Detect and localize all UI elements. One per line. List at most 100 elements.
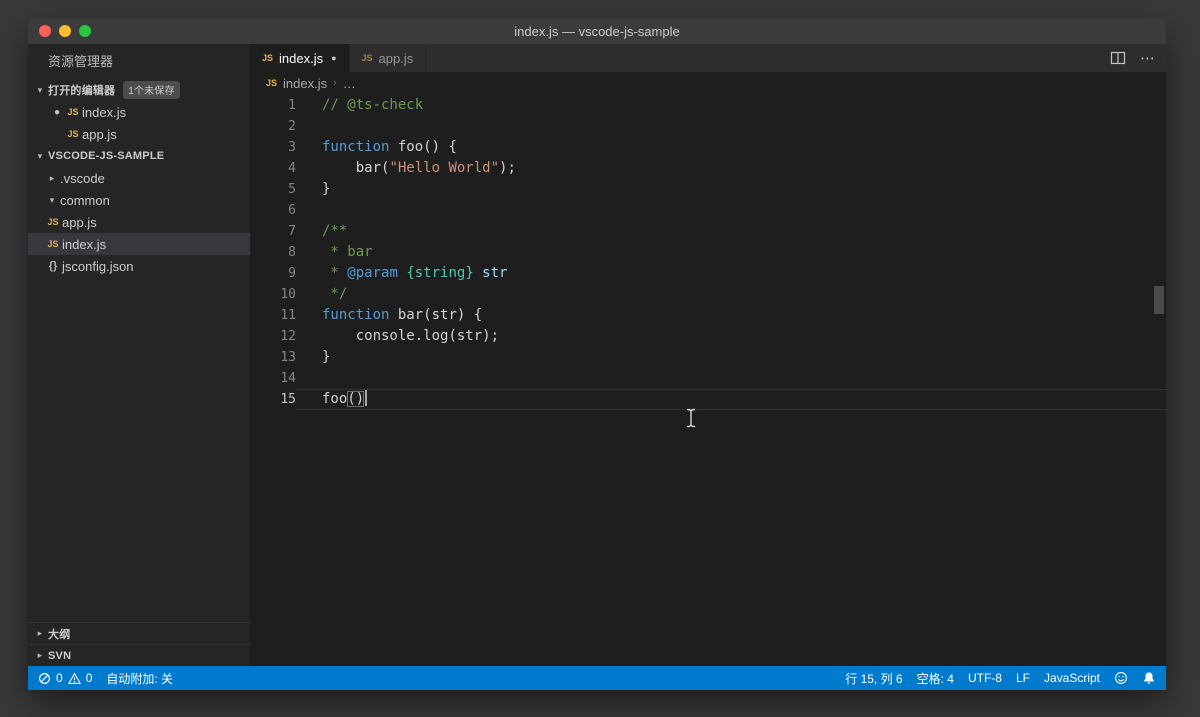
eol-status[interactable]: LF bbox=[1016, 671, 1030, 685]
window-title: index.js — vscode-js-sample bbox=[28, 24, 1166, 39]
more-actions-button[interactable]: ⋯ bbox=[1140, 49, 1156, 67]
sidebar-title: 资源管理器 bbox=[28, 44, 250, 79]
tab-app-js[interactable]: JS app.js bbox=[350, 44, 427, 72]
code-line-6[interactable]: 6 bbox=[250, 200, 1166, 221]
code-token: bar( bbox=[322, 160, 389, 176]
line-content: */ bbox=[296, 284, 1166, 305]
sidebar-explorer: 资源管理器 ▾ 打开的编辑器 1个未保存 ● JS index.js JS ap… bbox=[28, 44, 250, 666]
language-mode-status[interactable]: JavaScript bbox=[1044, 671, 1100, 685]
code-token: /** bbox=[322, 223, 347, 239]
json-file-icon: {} bbox=[44, 260, 62, 272]
tree-item-vscode-folder[interactable]: ▸ .vscode bbox=[28, 167, 250, 189]
line-content: * bar bbox=[296, 242, 1166, 263]
encoding-status[interactable]: UTF-8 bbox=[968, 671, 1002, 685]
code-token: function bbox=[322, 139, 389, 155]
file-label: jsconfig.json bbox=[62, 259, 134, 274]
folder-label: .vscode bbox=[60, 171, 105, 186]
split-editor-icon bbox=[1110, 50, 1126, 66]
workspace-root-label: VSCODE-JS-SAMPLE bbox=[48, 150, 164, 162]
indentation-status[interactable]: 空格: 4 bbox=[917, 670, 954, 687]
line-content: foo() bbox=[296, 389, 1166, 410]
code-token: "Hello World" bbox=[389, 160, 499, 176]
code-line-10[interactable]: 10 */ bbox=[250, 284, 1166, 305]
bell-icon bbox=[1142, 671, 1156, 685]
line-content: // @ts-check bbox=[296, 95, 1166, 116]
code-editor[interactable]: 1 // @ts-check 23 function foo() { 4 bar("He… bbox=[250, 94, 1166, 666]
line-number: 1 bbox=[250, 95, 296, 116]
code-line-2[interactable]: 2 bbox=[250, 116, 1166, 137]
minimize-button[interactable] bbox=[59, 25, 71, 37]
code-line-4[interactable]: 4 bar("Hello World"); bbox=[250, 158, 1166, 179]
code-line-8[interactable]: 8 * bar bbox=[250, 242, 1166, 263]
code-token: */ bbox=[322, 286, 347, 302]
line-content bbox=[296, 116, 1166, 137]
warning-count: 0 bbox=[86, 671, 93, 685]
code-line-15[interactable]: 15foo() bbox=[250, 389, 1166, 410]
breadcrumb-file[interactable]: index.js bbox=[283, 76, 327, 91]
vertical-scrollbar-thumb[interactable] bbox=[1154, 286, 1164, 314]
smiley-icon bbox=[1114, 671, 1128, 685]
code-token: * bar bbox=[322, 244, 373, 260]
svn-section-header[interactable]: ▸ SVN bbox=[28, 644, 250, 666]
code-token: * bbox=[322, 265, 347, 281]
code-line-3[interactable]: 3 function foo() { bbox=[250, 137, 1166, 158]
sidebar-spacer bbox=[28, 277, 250, 622]
breadcrumb-more[interactable]: … bbox=[343, 76, 356, 91]
breadcrumb-separator-icon: › bbox=[333, 77, 337, 89]
tab-bar: JS index.js ● JS app.js ⋯ bbox=[250, 44, 1166, 72]
split-editor-button[interactable] bbox=[1110, 50, 1126, 66]
text-caret bbox=[365, 390, 367, 406]
zoom-button[interactable] bbox=[79, 25, 91, 37]
code-line-13[interactable]: 13} bbox=[250, 347, 1166, 368]
line-number: 3 bbox=[250, 137, 296, 158]
close-button[interactable] bbox=[39, 25, 51, 37]
tab-label: app.js bbox=[379, 51, 414, 66]
code-token: str bbox=[474, 265, 508, 281]
line-number: 8 bbox=[250, 242, 296, 263]
code-line-12[interactable]: 12 console.log(str); bbox=[250, 326, 1166, 347]
line-content: } bbox=[296, 179, 1166, 200]
workspace-root-header[interactable]: ▾ VSCODE-JS-SAMPLE bbox=[28, 145, 250, 167]
code-token: function bbox=[322, 307, 389, 323]
folder-label: common bbox=[60, 193, 110, 208]
svn-label: SVN bbox=[48, 650, 71, 662]
code-token: bar(str) { bbox=[389, 307, 482, 323]
line-content: /** bbox=[296, 221, 1166, 242]
code-line-7[interactable]: 7/** bbox=[250, 221, 1166, 242]
code-token: // @ts-check bbox=[322, 97, 423, 113]
feedback-smiley-button[interactable] bbox=[1114, 671, 1128, 685]
code-token: foo() { bbox=[389, 139, 456, 155]
error-count: 0 bbox=[56, 671, 63, 685]
file-label: index.js bbox=[62, 237, 106, 252]
chevron-down-icon: ▾ bbox=[44, 195, 60, 206]
line-content bbox=[296, 200, 1166, 221]
notifications-bell-button[interactable] bbox=[1142, 671, 1156, 685]
chevron-right-icon: ▸ bbox=[32, 628, 48, 639]
line-content: * @param {string} str bbox=[296, 263, 1166, 284]
tree-item-index-js[interactable]: JS index.js bbox=[28, 233, 250, 255]
js-file-icon: JS bbox=[44, 217, 62, 227]
code-token: foo bbox=[322, 391, 347, 407]
line-number: 5 bbox=[250, 179, 296, 200]
chevron-down-icon: ▾ bbox=[32, 85, 48, 96]
auto-attach-status[interactable]: 自动附加: 关 bbox=[106, 670, 173, 687]
cursor-position-status[interactable]: 行 15, 列 6 bbox=[845, 670, 902, 687]
outline-section-header[interactable]: ▸ 大纲 bbox=[28, 622, 250, 644]
open-editors-section-header[interactable]: ▾ 打开的编辑器 1个未保存 bbox=[28, 79, 250, 101]
code-line-14[interactable]: 14 bbox=[250, 368, 1166, 389]
modified-dot-icon: ● bbox=[50, 107, 64, 118]
open-editor-item-index-js[interactable]: ● JS index.js bbox=[28, 101, 250, 123]
code-line-5[interactable]: 5} bbox=[250, 179, 1166, 200]
code-line-11[interactable]: 11function bar(str) { bbox=[250, 305, 1166, 326]
chevron-right-icon: ▸ bbox=[32, 650, 48, 661]
code-line-9[interactable]: 9 * @param {string} str bbox=[250, 263, 1166, 284]
tree-item-app-js[interactable]: JS app.js bbox=[28, 211, 250, 233]
problems-indicator[interactable]: 0 0 bbox=[38, 671, 92, 685]
code-line-1[interactable]: 1 // @ts-check bbox=[250, 95, 1166, 116]
dirty-indicator-icon[interactable]: ● bbox=[331, 53, 336, 63]
open-editor-item-app-js[interactable]: JS app.js bbox=[28, 123, 250, 145]
tab-index-js[interactable]: JS index.js ● bbox=[250, 44, 350, 72]
tree-item-common-folder[interactable]: ▾ common bbox=[28, 189, 250, 211]
js-file-icon: JS bbox=[64, 129, 82, 139]
tree-item-jsconfig-json[interactable]: {} jsconfig.json bbox=[28, 255, 250, 277]
